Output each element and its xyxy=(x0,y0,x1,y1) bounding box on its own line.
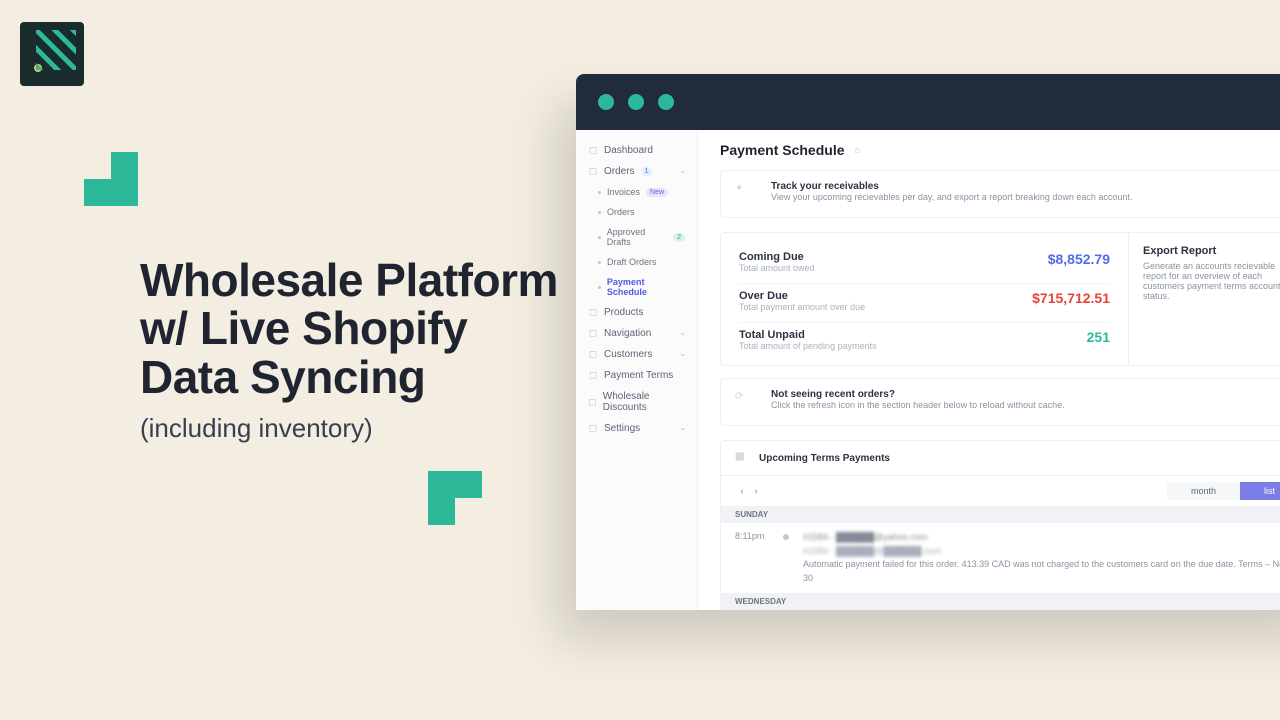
traffic-light-close[interactable] xyxy=(598,94,614,110)
calendar-icon: ▦ xyxy=(735,451,751,467)
refresh-icon: ⟳ xyxy=(735,391,759,415)
nav-orders[interactable]: ◻Orders1 xyxy=(576,161,697,182)
export-panel[interactable]: Export Report Generate an accounts recie… xyxy=(1128,233,1280,365)
nav-orders-sub[interactable]: Orders xyxy=(576,202,697,222)
page-header: Payment Schedule ⌂ xyxy=(720,142,1280,158)
nav-wholesale-discounts[interactable]: ◻Wholesale Discounts xyxy=(576,386,697,418)
coming-due-value: $8,852.79 xyxy=(1048,251,1110,267)
stat-coming-due: Coming DueTotal amount owed $8,852.79 xyxy=(739,245,1110,284)
window-titlebar xyxy=(576,74,1280,130)
hero-line-2: w/ Live Shopify xyxy=(140,302,467,354)
stat-total-unpaid: Total UnpaidTotal amount of pending paym… xyxy=(739,323,1110,353)
day-header-sunday: Sunday xyxy=(721,506,1280,523)
status-dot-grey xyxy=(783,534,789,540)
prev-arrow[interactable]: ‹ xyxy=(735,484,749,498)
hero-text: Wholesale Platform w/ Live Shopify Data … xyxy=(140,256,560,444)
stats-panel: Coming DueTotal amount owed $8,852.79 Ov… xyxy=(720,232,1280,366)
over-due-value: $715,712.51 xyxy=(1032,290,1110,306)
traffic-light-max[interactable] xyxy=(658,94,674,110)
traffic-light-min[interactable] xyxy=(628,94,644,110)
navigation-icon: ◻ xyxy=(588,329,598,339)
upcoming-title: Upcoming Terms Payments xyxy=(759,453,890,464)
hero-line-1: Wholesale Platform xyxy=(140,254,558,306)
event-1-desc: Automatic payment failed for this order.… xyxy=(803,558,1280,585)
nav-payment-schedule[interactable]: Payment Schedule xyxy=(576,272,697,302)
receivables-icon: ✦ xyxy=(735,183,759,207)
total-unpaid-value: 251 xyxy=(1087,329,1110,345)
export-desc: Generate an accounts recievable report f… xyxy=(1143,261,1280,301)
nav-draft-orders[interactable]: Draft Orders xyxy=(576,252,697,272)
brand-logo xyxy=(20,22,84,86)
customers-icon: ◻ xyxy=(588,350,598,360)
view-month-button[interactable]: month xyxy=(1167,482,1240,500)
stat-over-due: Over DueTotal payment amount over due $7… xyxy=(739,284,1110,323)
info-card-notice: ⟳ Not seeing recent orders? Click the re… xyxy=(720,378,1280,426)
nav-dashboard[interactable]: ◻Dashboard xyxy=(576,140,697,161)
sidebar: ◻Dashboard ◻Orders1 InvoicesNew Orders A… xyxy=(576,130,698,610)
notice-desc: Click the refresh icon in the section he… xyxy=(771,400,1065,410)
hero-subtitle: (including inventory) xyxy=(140,413,560,444)
home-icon[interactable]: ⌂ xyxy=(855,145,861,156)
event-1-time: 8:11pm xyxy=(735,531,769,541)
discounts-icon: ◻ xyxy=(588,397,597,407)
orders-icon: ◻ xyxy=(588,167,598,177)
track-desc: View your upcoming recievables per day, … xyxy=(771,192,1132,202)
decor-shape-1 xyxy=(84,152,138,206)
upcoming-payments-calendar: ▦ Upcoming Terms Payments ‹ › month list… xyxy=(720,440,1280,610)
app-window: ◻Dashboard ◻Orders1 InvoicesNew Orders A… xyxy=(576,74,1280,610)
decor-shape-2 xyxy=(428,471,482,525)
nav-payment-terms[interactable]: ◻Payment Terms xyxy=(576,365,697,386)
nav-navigation[interactable]: ◻Navigation xyxy=(576,323,697,344)
settings-icon: ◻ xyxy=(588,424,598,434)
next-arrow[interactable]: › xyxy=(749,484,763,498)
track-title: Track your receivables xyxy=(771,181,1132,192)
info-card-track: ✦ Track your receivables View your upcom… xyxy=(720,170,1280,218)
nav-settings[interactable]: ◻Settings xyxy=(576,418,697,439)
export-title: Export Report xyxy=(1143,245,1280,257)
nav-customers[interactable]: ◻Customers xyxy=(576,344,697,365)
main-content: Payment Schedule ⌂ ✦ Track your receivab… xyxy=(698,130,1280,610)
notice-title: Not seeing recent orders? xyxy=(771,389,1065,400)
nav-invoices[interactable]: InvoicesNew xyxy=(576,182,697,202)
day-header-wednesday: Wednesday xyxy=(721,593,1280,610)
products-icon: ◻ xyxy=(588,308,598,318)
new-badge: New xyxy=(646,188,668,197)
drafts-badge: 2 xyxy=(673,233,685,242)
payment-event-1[interactable]: 8:11pm #1584 - ██████@yahoo.com #1584 - … xyxy=(721,523,1280,593)
event-1-sub: #1584 - ██████@██████.com xyxy=(803,545,941,559)
view-list-button[interactable]: list xyxy=(1240,482,1280,500)
nav-approved-drafts[interactable]: Approved Drafts2 xyxy=(576,222,697,252)
dashboard-icon: ◻ xyxy=(588,146,598,156)
nav-products[interactable]: ◻Products xyxy=(576,302,697,323)
orders-badge: 1 xyxy=(641,167,653,176)
terms-icon: ◻ xyxy=(588,371,598,381)
hero-line-3: Data Syncing xyxy=(140,351,425,403)
event-1-title: #1584 - ██████@yahoo.com xyxy=(803,531,927,545)
page-title-text: Payment Schedule xyxy=(720,142,845,158)
